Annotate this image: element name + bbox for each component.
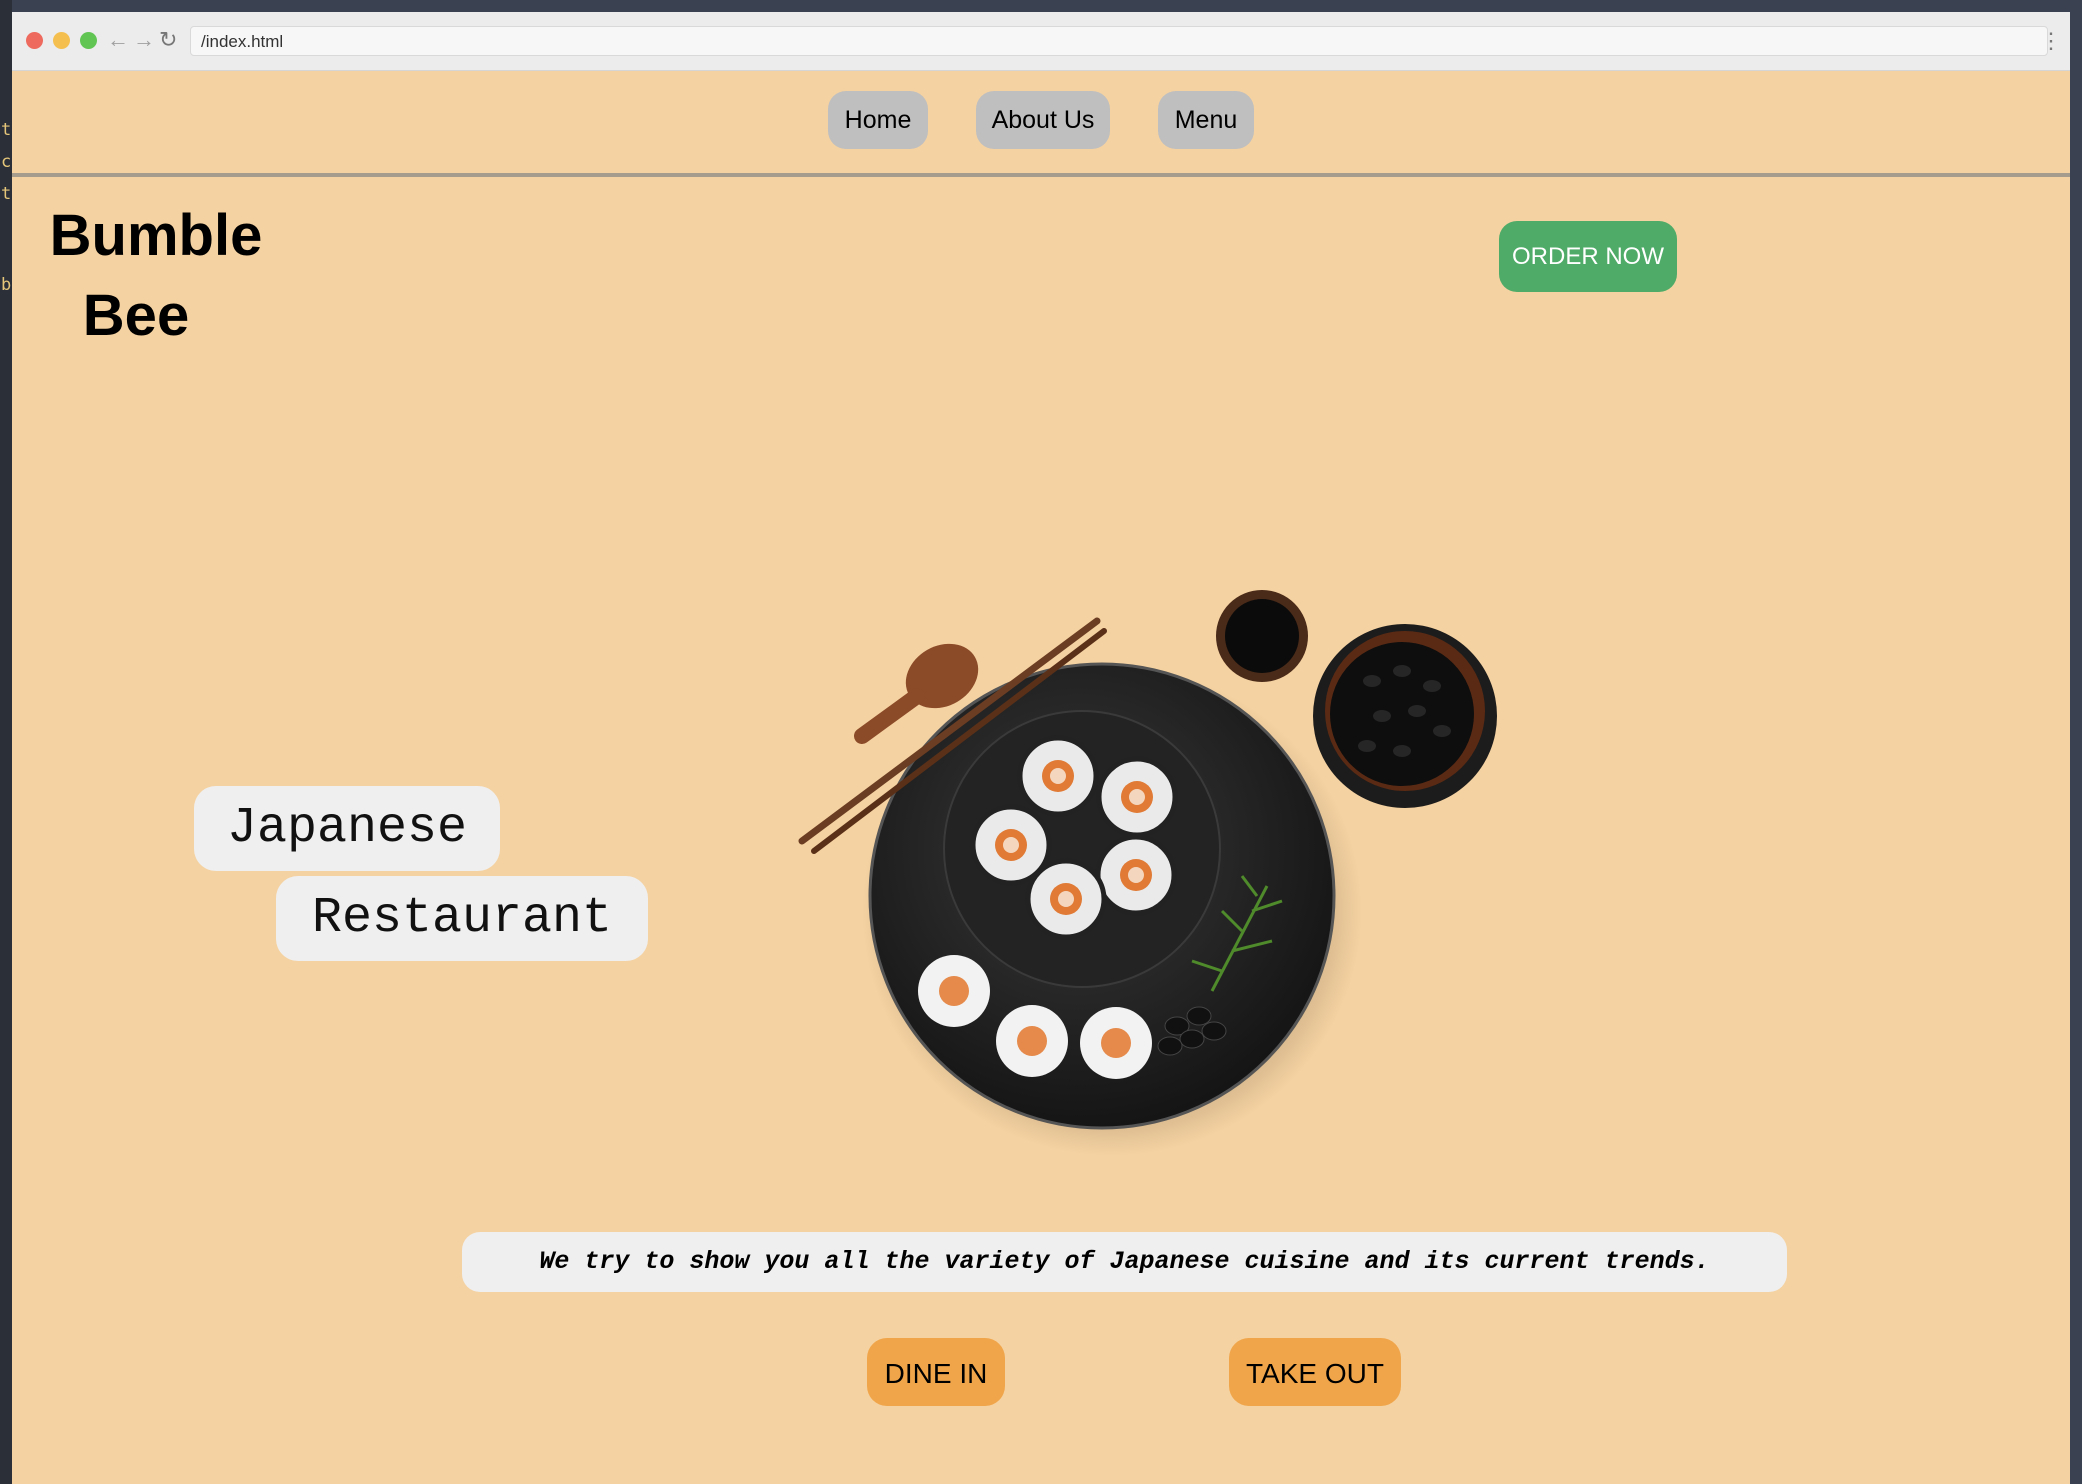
editor-glyph: b (1, 275, 12, 295)
nav-menu-link[interactable]: Menu (1158, 91, 1254, 149)
forward-arrow-icon[interactable]: → (133, 29, 155, 51)
maximize-window-button[interactable] (80, 32, 97, 49)
brand-line-2: Bee (82, 283, 190, 348)
nav-about-us-link[interactable]: About Us (976, 91, 1110, 149)
editor-glyph: t (1, 120, 12, 140)
order-now-button[interactable]: ORDER NOW (1499, 221, 1677, 292)
reload-icon[interactable]: ↻ (159, 29, 177, 51)
minimize-window-button[interactable] (53, 32, 70, 49)
black-bean-bowl (1313, 624, 1497, 808)
nav-home-link[interactable]: Home (828, 91, 928, 149)
take-out-button[interactable]: TAKE OUT (1229, 1338, 1401, 1406)
brand-line-1: Bumble (49, 203, 263, 268)
editor-glyph: c (1, 152, 12, 172)
code-editor-edge: t c t b (0, 0, 12, 1484)
web-page: Home About Us Menu Bumble Bee ORDER NOW … (12, 71, 2070, 1484)
back-arrow-icon[interactable]: ← (107, 29, 129, 51)
subtitle-restaurant: Restaurant (276, 876, 648, 961)
address-bar[interactable]: /index.html (190, 26, 2048, 56)
tagline-text: We try to show you all the variety of Ja… (462, 1232, 1787, 1292)
soy-sauce-dish (1216, 590, 1308, 682)
brand-title: Bumble Bee (36, 196, 276, 356)
dine-in-button[interactable]: DINE IN (867, 1338, 1005, 1406)
close-window-button[interactable] (26, 32, 43, 49)
editor-glyph: t (1, 184, 12, 204)
browser-toolbar: ← → ↻ /index.html ⋮ (12, 12, 2070, 71)
desktop-edge (2069, 0, 2082, 1484)
top-navigation: Home About Us Menu (12, 71, 2070, 177)
browser-window: ← → ↻ /index.html ⋮ Home About Us Menu B… (12, 12, 2070, 1484)
subtitle-japanese: Japanese (194, 786, 500, 871)
browser-menu-icon[interactable]: ⋮ (2040, 28, 2062, 54)
sushi-plate-image (798, 590, 1497, 1156)
